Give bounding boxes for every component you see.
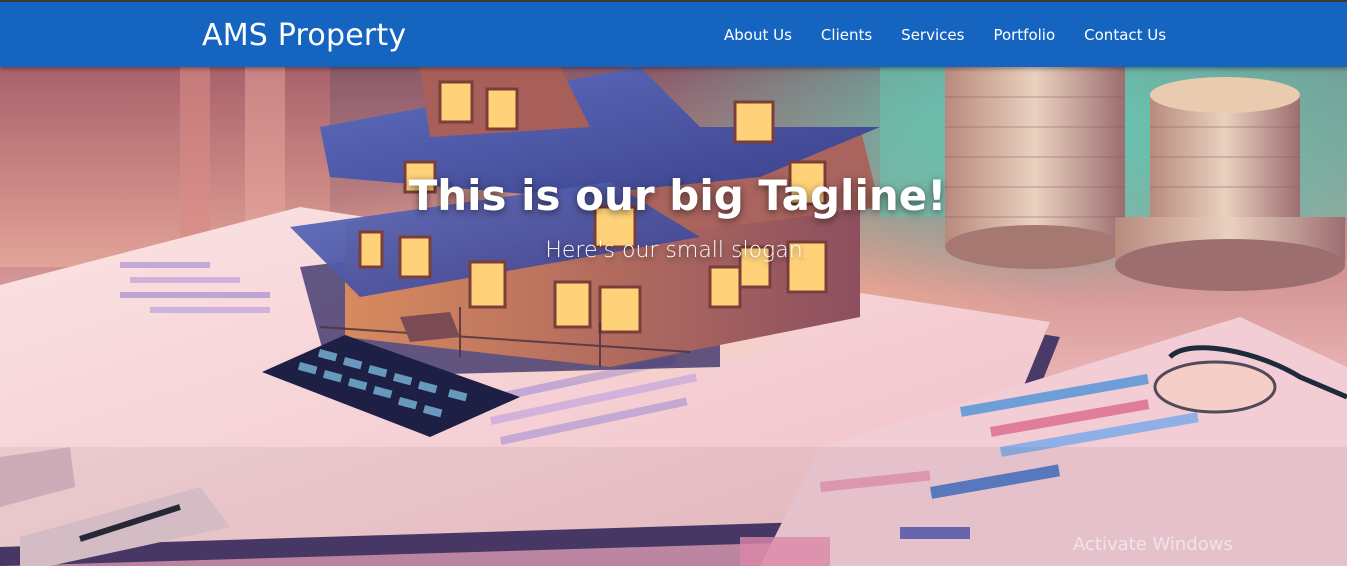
nav-link-services[interactable]: Services	[901, 26, 964, 44]
hero-tagline: This is our big Tagline!	[408, 171, 947, 220]
nav-link-portfolio[interactable]: Portfolio	[993, 26, 1055, 44]
hero-text: This is our big Tagline! Here's our smal…	[0, 67, 1347, 566]
hero-banner: This is our big Tagline! Here's our smal…	[0, 67, 1347, 566]
hero-slogan: Here's our small slogan.	[545, 238, 810, 263]
nav-link-contact-us[interactable]: Contact Us	[1084, 26, 1166, 44]
brand-logo[interactable]: AMS Property	[202, 18, 406, 53]
nav-link-clients[interactable]: Clients	[821, 26, 872, 44]
activate-windows-watermark: Activate Windows	[1073, 534, 1233, 555]
navbar: AMS Property About Us Clients Services P…	[0, 2, 1347, 67]
nav-menu: About Us Clients Services Portfolio Cont…	[724, 26, 1166, 44]
nav-link-about-us[interactable]: About Us	[724, 26, 792, 44]
